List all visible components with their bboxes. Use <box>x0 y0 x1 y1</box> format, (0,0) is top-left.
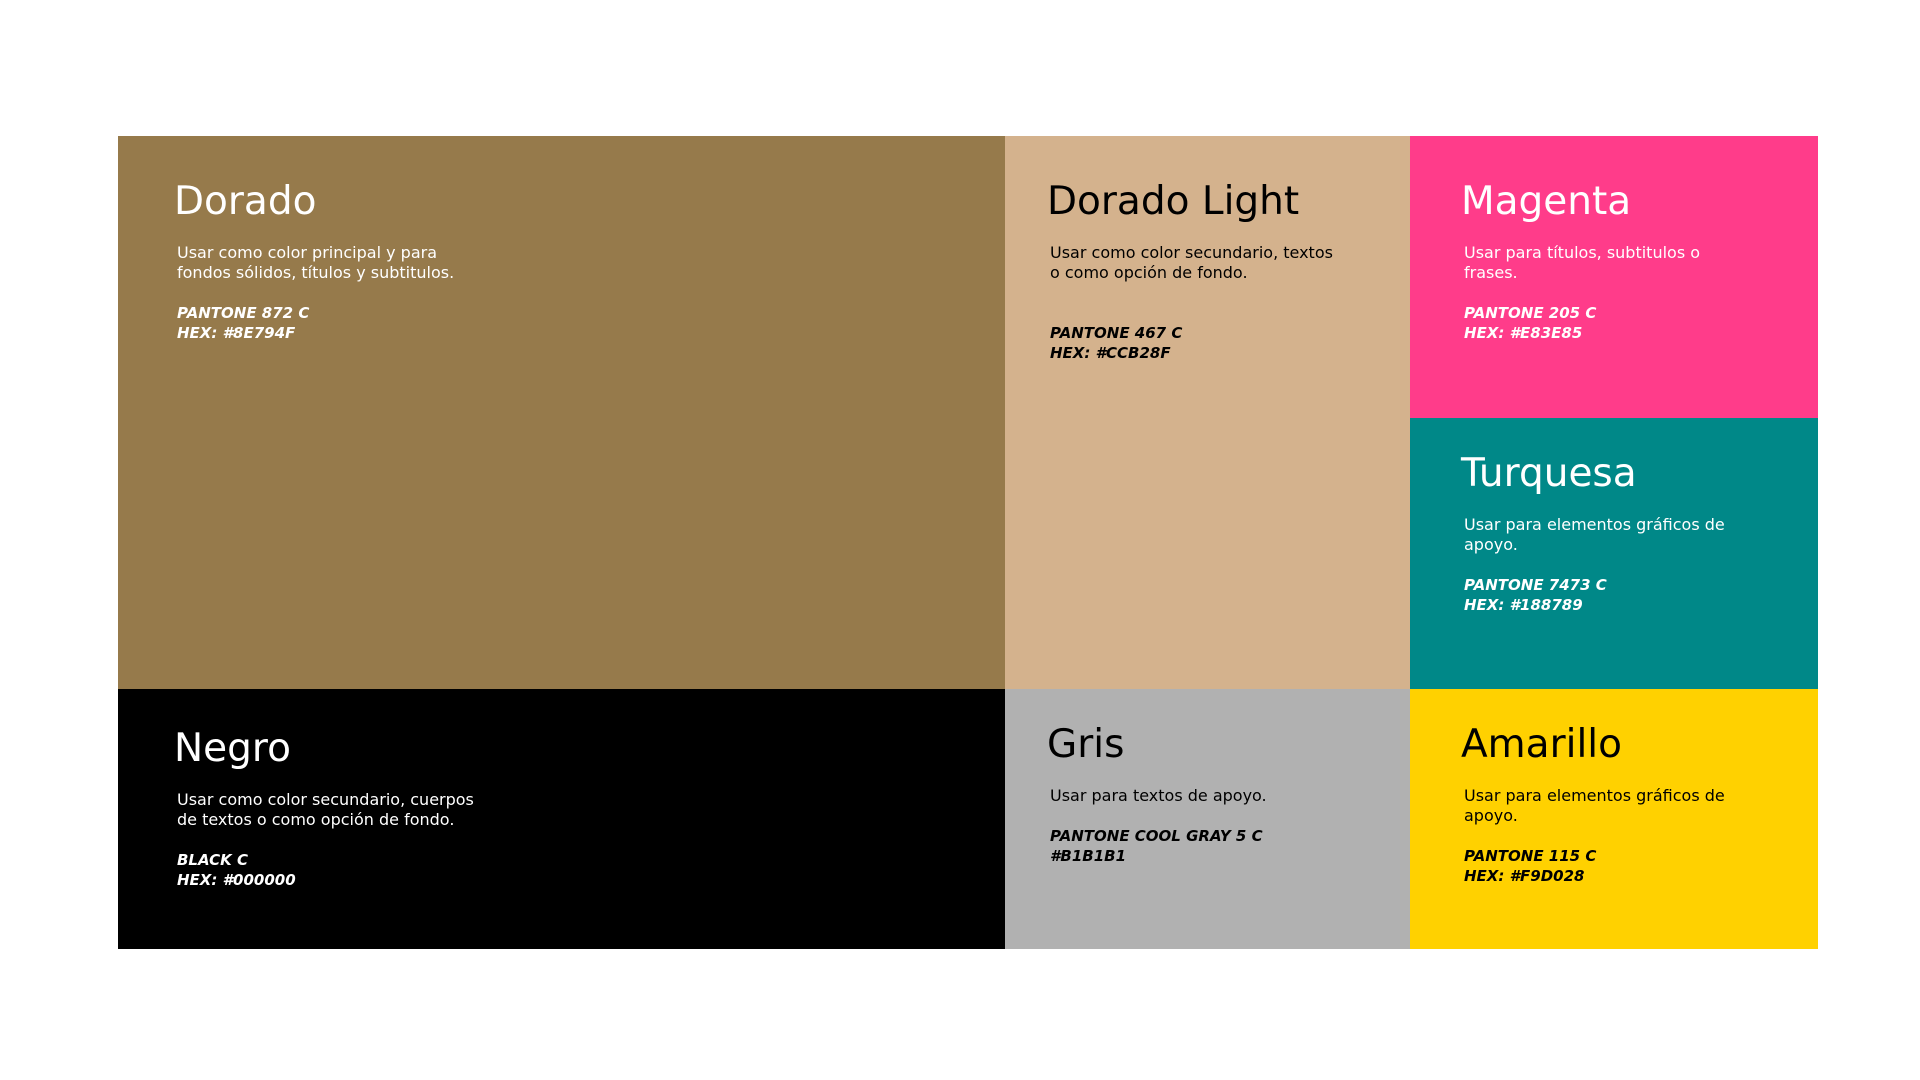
swatch-amarillo: Amarillo Usar para elementos gráficos de… <box>1410 689 1818 949</box>
swatch-codes: PANTONE COOL GRAY 5 C #B1B1B1 <box>1050 826 1410 866</box>
swatch-name: Turquesa <box>1461 451 1637 496</box>
swatch-pantone: PANTONE 872 C <box>177 303 310 322</box>
swatch-hex: HEX: #F9D028 <box>1464 866 1585 885</box>
swatch-hex: HEX: #000000 <box>177 870 296 889</box>
swatch-pantone: PANTONE 115 C <box>1464 846 1597 865</box>
swatch-hex: HEX: #E83E85 <box>1464 323 1583 342</box>
swatch-name: Dorado <box>174 179 317 224</box>
swatch-hex: HEX: #8E794F <box>177 323 296 342</box>
swatch-codes: PANTONE 115 C HEX: #F9D028 <box>1464 846 1818 886</box>
swatch-name: Magenta <box>1461 179 1632 224</box>
swatch-description: Usar para elementos gráficos de apoyo. <box>1464 514 1725 554</box>
swatch-turquesa: Turquesa Usar para elementos gráficos de… <box>1410 418 1818 689</box>
swatch-hex: HEX: #CCB28F <box>1050 343 1171 362</box>
swatch-description: Usar como color secundario, textos o com… <box>1050 242 1333 282</box>
swatch-pantone: PANTONE 467 C <box>1050 323 1183 342</box>
swatch-name: Gris <box>1047 722 1125 767</box>
swatch-hex: #B1B1B1 <box>1050 846 1127 865</box>
swatch-name: Dorado Light <box>1047 179 1300 224</box>
color-palette-board: Dorado Usar como color principal y para … <box>118 136 1818 949</box>
swatch-codes: PANTONE 872 C HEX: #8E794F <box>177 303 1005 343</box>
swatch-gris: Gris Usar para textos de apoyo. PANTONE … <box>1005 689 1410 949</box>
swatch-description: Usar para títulos, subtitulos o frases. <box>1464 242 1701 282</box>
swatch-description: Usar para elementos gráficos de apoyo. <box>1464 785 1725 825</box>
swatch-name: Negro <box>174 726 291 771</box>
swatch-pantone: PANTONE COOL GRAY 5 C <box>1050 826 1263 845</box>
swatch-pantone: BLACK C <box>177 850 249 869</box>
swatch-name: Amarillo <box>1461 722 1622 767</box>
swatch-codes: PANTONE 7473 C HEX: #188789 <box>1464 575 1818 615</box>
swatch-codes: BLACK C HEX: #000000 <box>177 850 1005 890</box>
swatch-description: Usar como color secundario, cuerpos de t… <box>177 789 474 829</box>
swatch-codes: PANTONE 205 C HEX: #E83E85 <box>1464 303 1818 343</box>
swatch-dorado-light: Dorado Light Usar como color secundario,… <box>1005 136 1410 689</box>
swatch-pantone: PANTONE 205 C <box>1464 303 1597 322</box>
swatch-hex: HEX: #188789 <box>1464 595 1583 614</box>
swatch-negro: Negro Usar como color secundario, cuerpo… <box>118 689 1005 949</box>
swatch-pantone: PANTONE 7473 C <box>1464 575 1607 594</box>
swatch-description: Usar como color principal y para fondos … <box>177 242 455 282</box>
swatch-description: Usar para textos de apoyo. <box>1050 785 1267 805</box>
swatch-codes: PANTONE 467 C HEX: #CCB28F <box>1050 323 1410 363</box>
swatch-magenta: Magenta Usar para títulos, subtitulos o … <box>1410 136 1818 418</box>
swatch-dorado: Dorado Usar como color principal y para … <box>118 136 1005 689</box>
